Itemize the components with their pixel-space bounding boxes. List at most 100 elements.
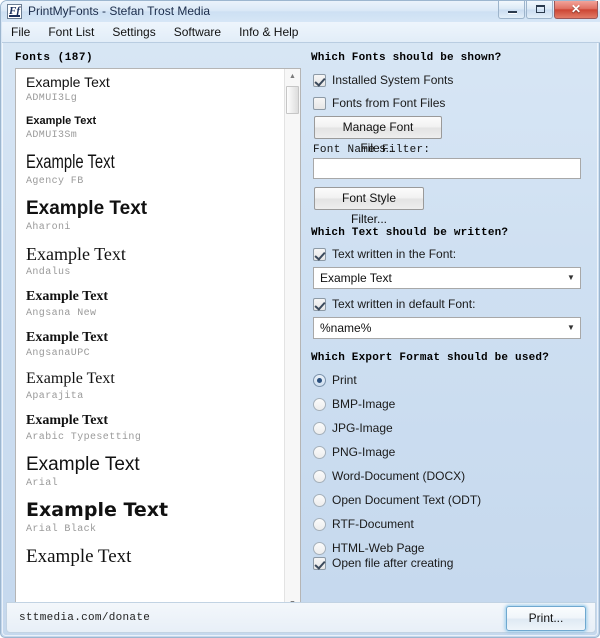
combo-text-in-font[interactable]: Example Text ▼ (313, 267, 581, 289)
font-name-label: Arial Black (26, 524, 285, 535)
chevron-down-icon-2[interactable]: ▼ (562, 318, 580, 338)
radio-label: JPG-Image (332, 420, 393, 437)
font-list-item[interactable]: Example TextADMUI3Lg (26, 75, 285, 104)
font-sample-text: Example Text (26, 116, 285, 128)
font-list-item[interactable]: Example Text ADMUI3Sm (26, 116, 285, 142)
checkbox-text-default-font[interactable]: Text written in default Font: (313, 296, 583, 314)
font-list-item[interactable]: Example Text Angsana New (26, 290, 285, 319)
minimize-icon (508, 11, 517, 14)
combo-text-default-font-value: %name% (320, 318, 371, 338)
font-list[interactable]: Example TextADMUI3LgExample TextADMUI3Sm… (15, 68, 301, 612)
font-sample-text: Example Text (26, 331, 285, 346)
font-name-label: ADMUI3Lg (26, 93, 285, 104)
window-title: PrintMyFonts - Stefan Trost Media (28, 4, 210, 18)
font-sample-text: Example Text (26, 547, 285, 567)
font-list-item[interactable]: Example TextAparajita (26, 371, 285, 402)
title-bar: Ff PrintMyFonts - Stefan Trost Media ✕ (1, 1, 600, 22)
font-list-item[interactable]: Example TextAgency FB (26, 153, 285, 187)
font-name-label: ADMUI3Sm (26, 130, 285, 141)
checkbox-installed-system-fonts-label: Installed System Fonts (332, 72, 453, 89)
close-icon: ✕ (555, 1, 597, 18)
radio-export-print[interactable]: Print (313, 372, 583, 390)
close-button[interactable]: ✕ (554, 1, 598, 19)
checkbox-text-written-in-font-label: Text written in the Font: (332, 246, 456, 263)
minimize-button[interactable] (498, 1, 525, 19)
font-list-items: Example TextADMUI3LgExample TextADMUI3Sm… (16, 69, 285, 611)
font-name-label: Angsana New (26, 308, 285, 319)
checkbox-fonts-from-font-files[interactable]: Fonts from Font Files (313, 95, 583, 113)
font-sample-text: Example Text (26, 455, 285, 475)
font-name-filter-input[interactable] (313, 158, 581, 179)
donate-link[interactable]: sttmedia.com/donate (19, 612, 150, 624)
fonts-count-label: Fonts (187) (15, 52, 93, 64)
radio-export-bmp-image[interactable]: BMP-Image (313, 396, 583, 414)
print-button[interactable]: Print... (506, 606, 586, 631)
radio-button[interactable] (313, 374, 326, 387)
radio-button[interactable] (313, 446, 326, 459)
checkbox-fonts-from-font-files-box[interactable] (313, 97, 326, 110)
font-list-item[interactable]: Example TextArabic Typesetting (26, 414, 285, 443)
font-list-item[interactable]: Example TextArial (26, 455, 285, 489)
scrollbar-thumb[interactable] (286, 86, 299, 114)
font-sample-text: Example Text (26, 290, 285, 305)
manage-font-files-button[interactable]: Manage Font Files... (314, 116, 442, 139)
menu-item-software[interactable]: Software (165, 22, 230, 42)
radio-export-rtf-document[interactable]: RTF-Document (313, 516, 583, 534)
checkbox-open-file-after-creating-box[interactable] (313, 557, 326, 570)
maximize-icon (536, 5, 545, 13)
chevron-down-icon[interactable]: ▼ (562, 268, 580, 288)
section-heading-fonts: Which Fonts should be shown? (311, 52, 501, 64)
scroll-up-icon[interactable]: ▲ (285, 69, 300, 84)
font-list-item[interactable]: Example Text Aharoni (26, 199, 285, 233)
menu-item-font-list[interactable]: Font List (39, 22, 103, 42)
checkbox-installed-system-fonts-box[interactable] (313, 74, 326, 87)
checkbox-text-default-font-label: Text written in default Font: (332, 296, 475, 313)
radio-label: BMP-Image (332, 396, 395, 413)
font-list-item[interactable]: Example TextArial Black (26, 501, 285, 535)
radio-export-word-document-docx[interactable]: Word-Document (DOCX) (313, 468, 583, 486)
radio-button[interactable] (313, 470, 326, 483)
font-name-label: Aharoni (26, 222, 285, 233)
radio-label: Print (332, 372, 357, 389)
radio-label: Word-Document (DOCX) (332, 468, 465, 485)
radio-export-open-document-text-odt[interactable]: Open Document Text (ODT) (313, 492, 583, 510)
radio-label: PNG-Image (332, 444, 395, 461)
font-list-item[interactable]: Example Text AngsanaUPC (26, 331, 285, 360)
font-list-item[interactable]: Example Text Andalus (26, 245, 285, 278)
checkbox-text-written-in-font-box[interactable] (313, 248, 326, 261)
menu-item-info-help[interactable]: Info & Help (230, 22, 307, 42)
font-name-label: Andalus (26, 267, 285, 278)
radio-button[interactable] (313, 494, 326, 507)
menu-item-file[interactable]: File (2, 22, 39, 42)
checkbox-open-file-after-creating-label: Open file after creating (332, 555, 453, 572)
radio-label: RTF-Document (332, 516, 414, 533)
maximize-button[interactable] (526, 1, 553, 19)
radio-button[interactable] (313, 542, 326, 555)
section-heading-text: Which Text should be written? (311, 227, 508, 239)
font-sample-text: Example Text (26, 199, 285, 219)
checkbox-installed-system-fonts[interactable]: Installed System Fonts (313, 72, 583, 90)
client-area: Fonts (187) Example TextADMUI3LgExample … (6, 46, 596, 634)
combo-text-default-font[interactable]: %name% ▼ (313, 317, 581, 339)
radio-button[interactable] (313, 422, 326, 435)
font-sample-text: Example Text (26, 414, 285, 429)
font-sample-text: Example Text (26, 245, 285, 264)
font-sample-text: Example Text (26, 153, 228, 173)
radio-button[interactable] (313, 518, 326, 531)
checkbox-text-written-in-font[interactable]: Text written in the Font: (313, 246, 583, 264)
section-heading-export: Which Export Format should be used? (311, 352, 549, 364)
radio-button[interactable] (313, 398, 326, 411)
radio-export-png-image[interactable]: PNG-Image (313, 444, 583, 462)
font-style-filter-button[interactable]: Font Style Filter... (314, 187, 424, 210)
menu-item-settings[interactable]: Settings (103, 22, 164, 42)
font-sample-text: Example Text (26, 371, 285, 388)
font-list-item[interactable]: Example Text (26, 547, 285, 567)
window-controls: ✕ (497, 1, 598, 21)
status-bar: sttmedia.com/donate Print... (6, 602, 596, 633)
checkbox-open-file-after-creating[interactable]: Open file after creating (313, 555, 583, 573)
radio-label: Open Document Text (ODT) (332, 492, 481, 509)
font-name-label: AngsanaUPC (26, 348, 285, 359)
font-list-scrollbar[interactable]: ▲ ▼ (284, 69, 300, 611)
checkbox-text-default-font-box[interactable] (313, 298, 326, 311)
radio-export-jpg-image[interactable]: JPG-Image (313, 420, 583, 438)
